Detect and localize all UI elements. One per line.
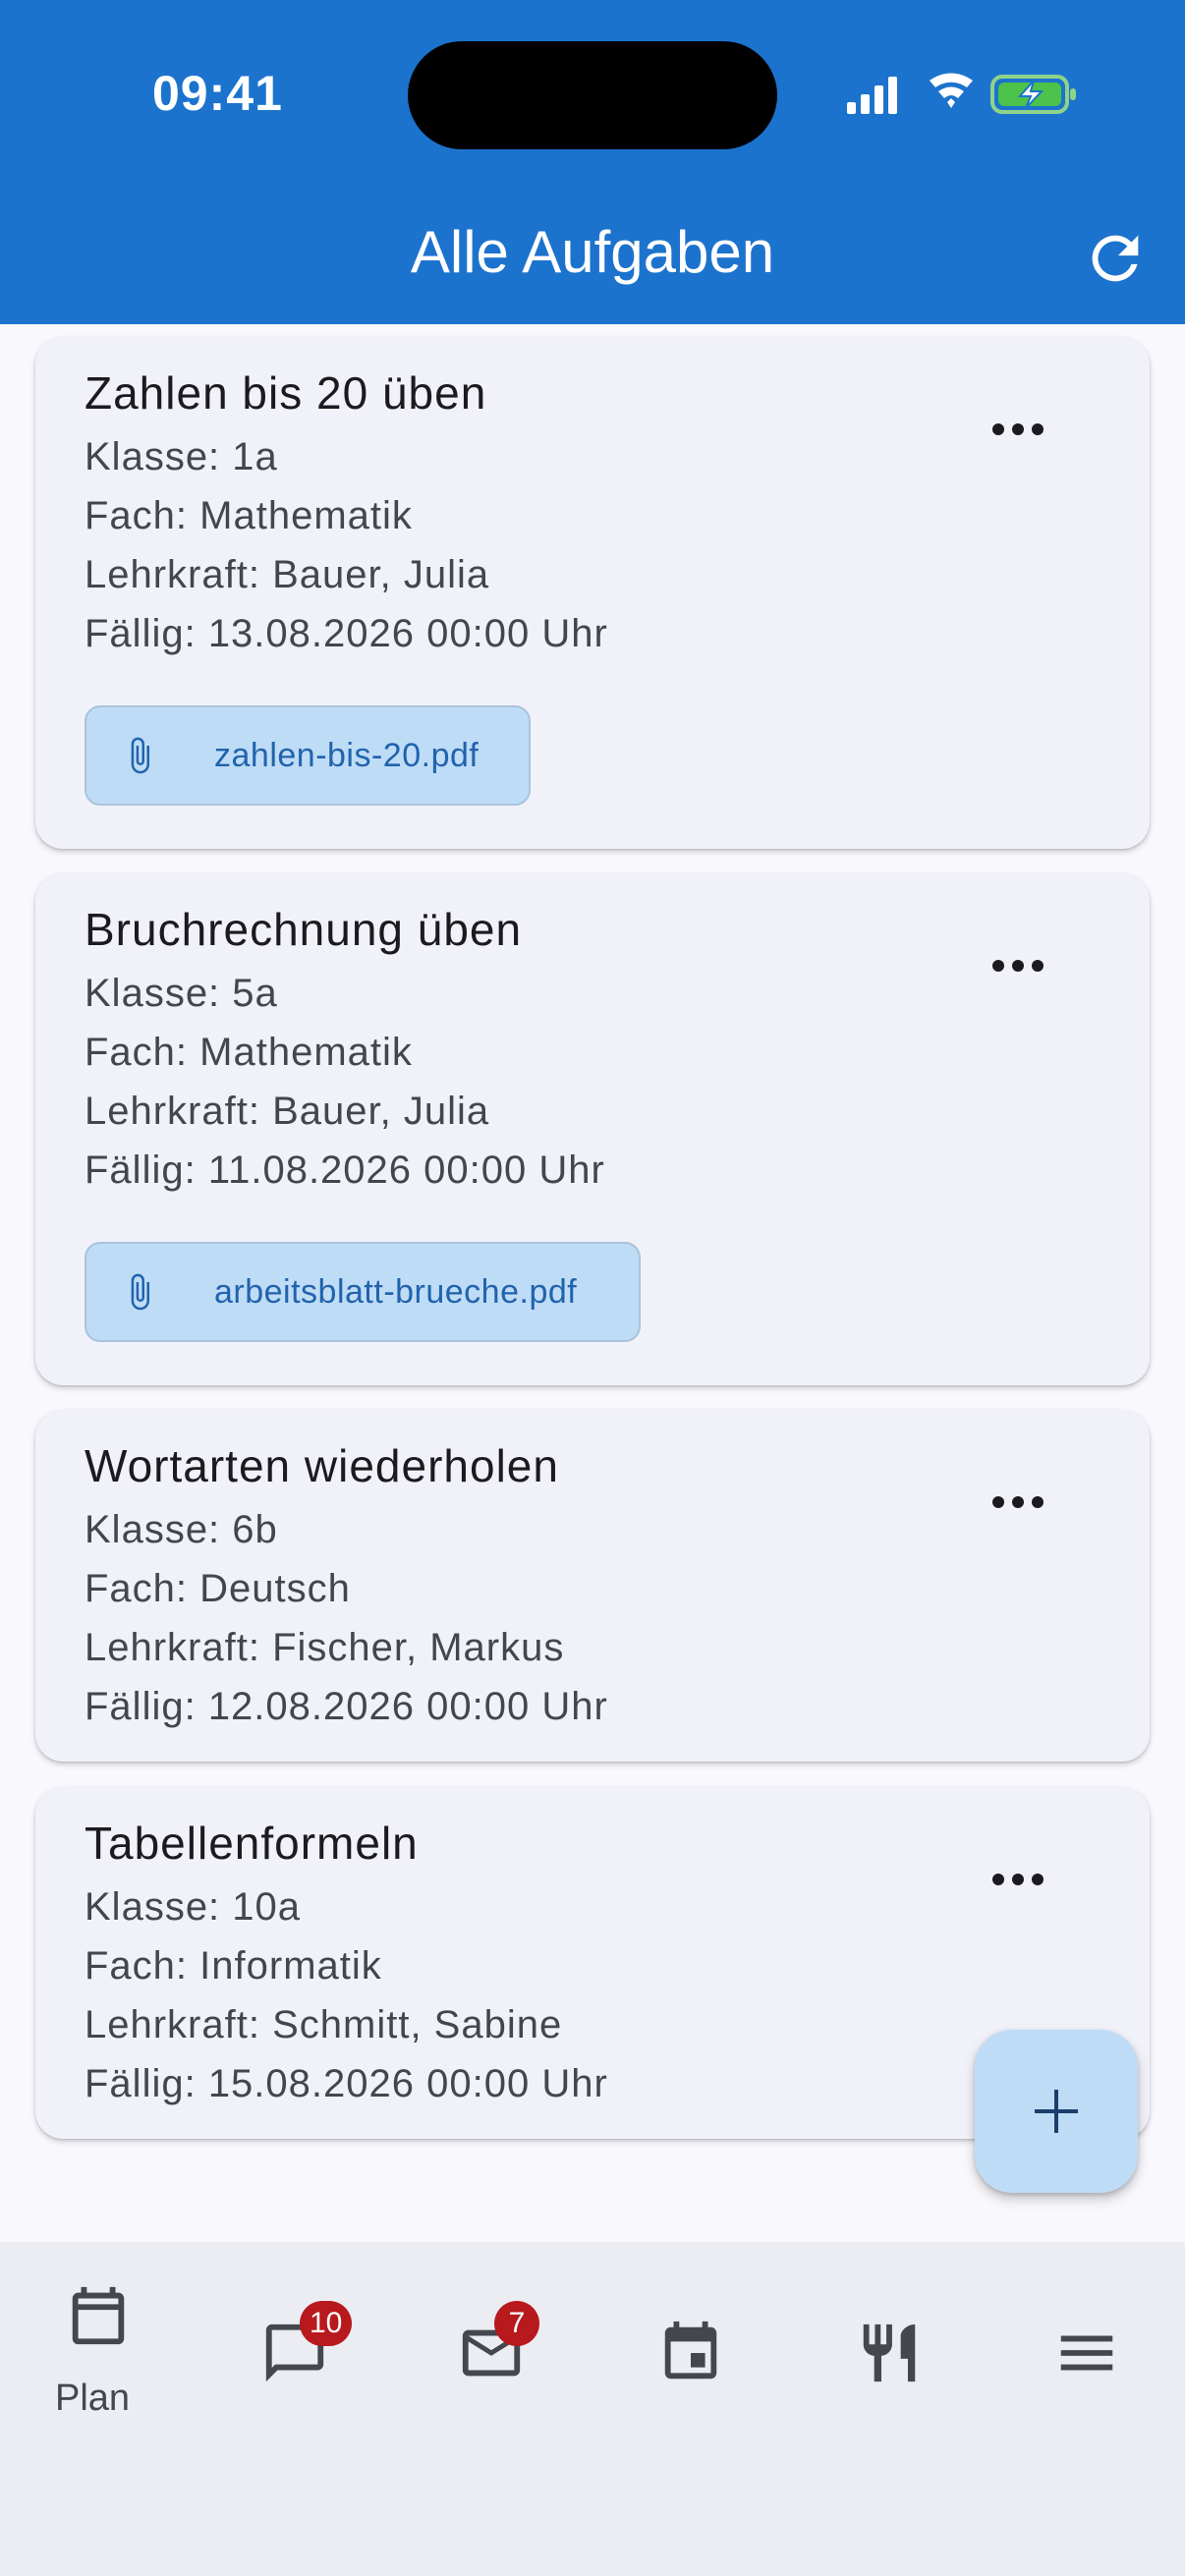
nav-label-plan: Plan — [55, 2378, 131, 2419]
nav-item-chat[interactable]: 10 — [251, 2301, 368, 2409]
nav-item-mail[interactable]: 7 — [449, 2301, 567, 2409]
attachment-chip[interactable]: arbeitsblatt-brueche.pdf — [85, 1242, 641, 1342]
calendar-icon — [72, 2286, 125, 2345]
dynamic-island — [408, 41, 777, 149]
task-subject: Fach: Deutsch — [85, 1567, 351, 1610]
task-subject: Fach: Mathematik — [85, 494, 413, 537]
task-class: Klasse: 10a — [85, 1885, 302, 1929]
paperclip-icon — [131, 1273, 149, 1311]
attachment-label: arbeitsblatt-brueche.pdf — [214, 1272, 578, 1311]
nav-item-plan[interactable]: Plan — [39, 2281, 157, 2438]
task-title: Zahlen bis 20 üben — [85, 367, 487, 419]
task-teacher: Lehrkraft: Bauer, Julia — [85, 553, 490, 596]
task-due: Fällig: 12.08.2026 00:00 Uhr — [85, 1685, 608, 1728]
task-title: Tabellenformeln — [85, 1818, 419, 1869]
task-card[interactable]: Zahlen bis 20 üben Klasse: 1a Fach: Math… — [35, 337, 1150, 849]
more-options-icon[interactable] — [969, 1850, 1067, 1909]
task-teacher: Lehrkraft: Schmitt, Sabine — [85, 2003, 563, 2046]
status-time: 09:41 — [152, 66, 283, 121]
task-due: Fällig: 13.08.2026 00:00 Uhr — [85, 612, 608, 655]
task-card[interactable]: Wortarten wiederholen Klasse: 6b Fach: D… — [35, 1410, 1150, 1762]
task-title: Bruchrechnung üben — [85, 904, 523, 955]
screen: 09:41 Alle Aufgaben Zahlen bis 20 üben K… — [0, 0, 1185, 2576]
task-due: Fällig: 11.08.2026 00:00 Uhr — [85, 1148, 605, 1192]
task-class: Klasse: 6b — [85, 1508, 278, 1551]
paperclip-icon — [131, 737, 149, 774]
attachment-chip[interactable]: zahlen-bis-20.pdf — [85, 705, 531, 806]
chat-badge: 10 — [300, 2301, 353, 2346]
status-icons — [847, 73, 1076, 114]
battery-icon — [990, 75, 1076, 114]
more-options-icon[interactable] — [969, 936, 1067, 995]
nav-item-events[interactable] — [649, 2319, 737, 2407]
task-teacher: Lehrkraft: Bauer, Julia — [85, 1090, 490, 1133]
refresh-icon[interactable] — [1081, 224, 1150, 293]
attachment-label: zahlen-bis-20.pdf — [214, 736, 480, 774]
task-teacher: Lehrkraft: Fischer, Markus — [85, 1626, 565, 1669]
menu-icon — [1060, 2335, 1113, 2371]
more-options-icon[interactable] — [969, 1473, 1067, 1532]
task-title: Wortarten wiederholen — [85, 1440, 559, 1491]
page-title: Alle Aufgaben — [410, 219, 775, 285]
add-task-button[interactable] — [975, 2030, 1138, 2193]
mail-badge: 7 — [494, 2301, 539, 2346]
task-subject: Fach: Informatik — [85, 1944, 382, 1988]
event-icon — [664, 2321, 717, 2380]
nav-item-menu[interactable] — [1044, 2319, 1133, 2407]
task-class: Klasse: 1a — [85, 435, 278, 478]
wifi-icon — [930, 73, 973, 108]
signal-icon — [847, 77, 897, 114]
task-due: Fällig: 15.08.2026 00:00 Uhr — [85, 2062, 608, 2105]
plus-icon — [1035, 2090, 1078, 2133]
task-subject: Fach: Mathematik — [85, 1031, 413, 1074]
bottom-navigation: Plan 10 7 — [0, 2242, 1185, 2576]
more-options-icon[interactable] — [969, 400, 1067, 459]
task-card[interactable]: Bruchrechnung üben Klasse: 5a Fach: Math… — [35, 873, 1150, 1385]
app-bar: 09:41 Alle Aufgaben — [0, 0, 1185, 324]
task-class: Klasse: 5a — [85, 972, 278, 1015]
restaurant-icon — [863, 2324, 916, 2382]
nav-item-meals[interactable] — [847, 2319, 935, 2407]
